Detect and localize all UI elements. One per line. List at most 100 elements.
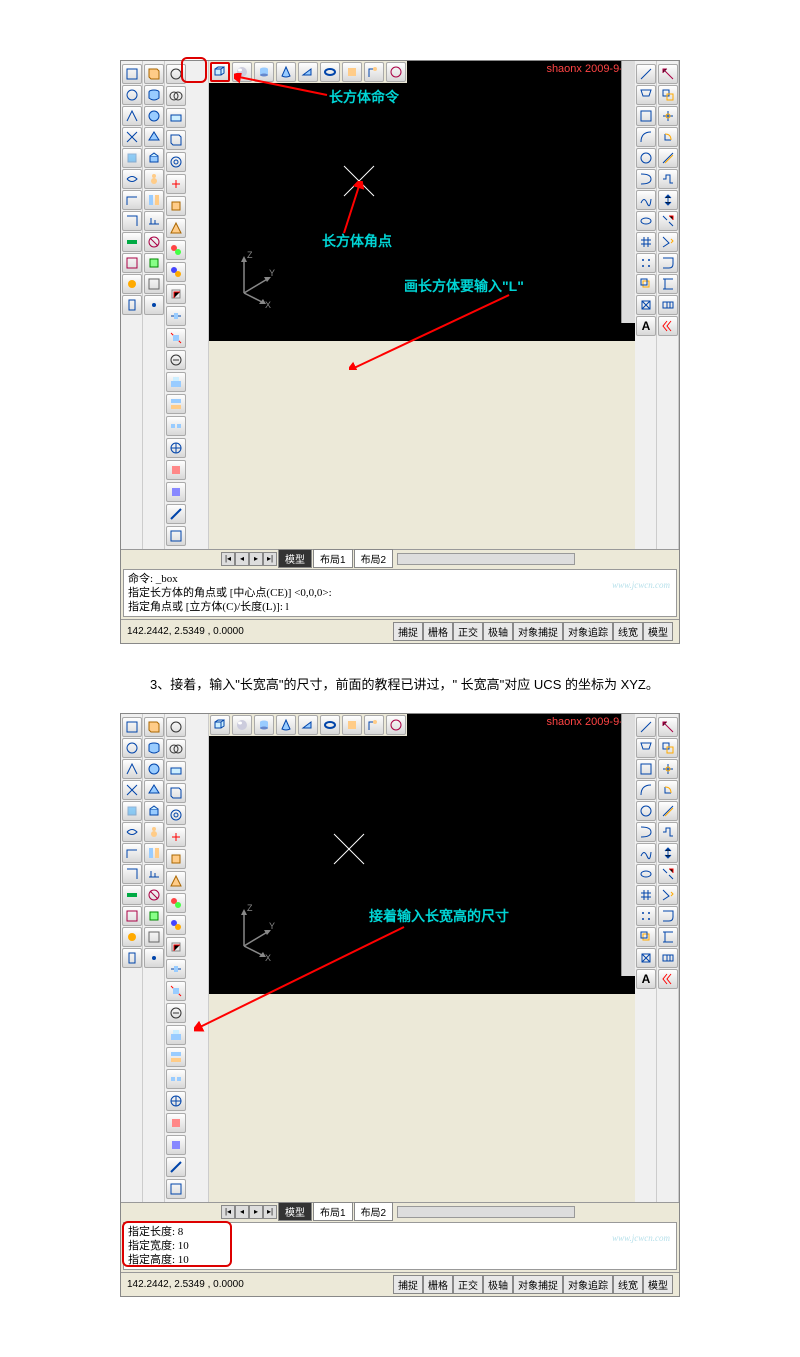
tool-icon[interactable] — [658, 106, 678, 126]
tool-icon[interactable] — [386, 715, 406, 735]
tool-icon[interactable] — [144, 948, 164, 968]
tool-icon[interactable] — [122, 295, 142, 315]
tool-icon[interactable] — [166, 1069, 186, 1089]
tool-icon[interactable] — [166, 717, 186, 737]
tool-icon[interactable] — [166, 1157, 186, 1177]
tool-icon[interactable] — [658, 738, 678, 758]
tool-icon[interactable] — [122, 106, 142, 126]
tool-icon[interactable] — [166, 1003, 186, 1023]
tool-icon[interactable] — [122, 738, 142, 758]
tool-icon[interactable] — [658, 316, 678, 336]
tool-icon[interactable] — [166, 108, 186, 128]
tab-model[interactable]: 模型 — [278, 549, 312, 568]
vertical-scrollbar[interactable] — [621, 61, 635, 323]
circles-icon[interactable] — [166, 86, 186, 106]
tool-icon[interactable] — [636, 127, 656, 147]
tool-icon[interactable] — [658, 85, 678, 105]
status-model[interactable]: 模型 — [643, 1275, 673, 1294]
horizontal-scrollbar[interactable] — [397, 1206, 575, 1218]
tab-layout1[interactable]: 布局1 — [313, 1202, 353, 1221]
tool-icon[interactable] — [636, 801, 656, 821]
tool-icon[interactable] — [122, 801, 142, 821]
tool-icon[interactable] — [166, 328, 186, 348]
status-lwt[interactable]: 线宽 — [613, 622, 643, 641]
tool-icon[interactable] — [636, 274, 656, 294]
tab-layout2[interactable]: 布局2 — [354, 1202, 394, 1221]
tool-icon[interactable] — [166, 218, 186, 238]
tool-icon[interactable] — [166, 262, 186, 282]
tool-icon[interactable] — [144, 801, 164, 821]
tool-icon[interactable] — [658, 759, 678, 779]
tool-icon[interactable] — [658, 927, 678, 947]
tool-icon[interactable] — [166, 981, 186, 1001]
tool-icon[interactable] — [658, 274, 678, 294]
tool-icon[interactable] — [166, 526, 186, 546]
tool-icon[interactable] — [166, 827, 186, 847]
tab-model[interactable]: 模型 — [278, 1202, 312, 1221]
tool-icon[interactable] — [144, 232, 164, 252]
tool-icon[interactable] — [144, 780, 164, 800]
tool-icon[interactable] — [122, 253, 142, 273]
tool-icon[interactable] — [166, 849, 186, 869]
tool-icon[interactable] — [122, 843, 142, 863]
tab-layout2[interactable]: 布局2 — [354, 549, 394, 568]
tool-icon[interactable] — [144, 885, 164, 905]
tool-icon[interactable] — [166, 460, 186, 480]
tool-icon[interactable] — [166, 350, 186, 370]
tool-icon[interactable] — [166, 372, 186, 392]
tool-icon[interactable] — [636, 780, 656, 800]
tool-icon[interactable] — [122, 885, 142, 905]
tool-icon[interactable] — [166, 1135, 186, 1155]
tool-icon[interactable] — [166, 482, 186, 502]
tool-icon[interactable] — [122, 822, 142, 842]
status-polar[interactable]: 极轴 — [483, 1275, 513, 1294]
command-window[interactable]: 指定长度: 8 指定宽度: 10 指定高度: 10 www.jcwcn.com — [123, 1222, 677, 1270]
tool-icon[interactable] — [144, 190, 164, 210]
tool-icon[interactable] — [166, 416, 186, 436]
status-osnap[interactable]: 对象捕捉 — [513, 622, 563, 641]
tool-icon[interactable] — [166, 174, 186, 194]
tool-icon[interactable] — [144, 85, 164, 105]
tool-icon[interactable] — [166, 1113, 186, 1133]
tool-icon[interactable] — [144, 906, 164, 926]
tool-icon[interactable] — [636, 906, 656, 926]
status-ortho[interactable]: 正交 — [453, 622, 483, 641]
tool-icon[interactable] — [658, 64, 678, 84]
tool-icon[interactable] — [122, 169, 142, 189]
tool-icon[interactable] — [144, 864, 164, 884]
tool-icon[interactable] — [166, 893, 186, 913]
tool-icon[interactable] — [122, 948, 142, 968]
tool-icon[interactable] — [122, 148, 142, 168]
tool-icon[interactable] — [166, 152, 186, 172]
tool-icon[interactable] — [636, 843, 656, 863]
tool-icon[interactable] — [658, 190, 678, 210]
tool-icon[interactable] — [122, 211, 142, 231]
tool-icon[interactable] — [122, 759, 142, 779]
tool-icon[interactable] — [144, 253, 164, 273]
tool-icon[interactable] — [144, 295, 164, 315]
tool-icon[interactable] — [166, 394, 186, 414]
tool-icon[interactable] — [636, 232, 656, 252]
box-command-button[interactable] — [210, 62, 230, 82]
tool-icon[interactable] — [144, 822, 164, 842]
status-snap[interactable]: 捕捉 — [393, 622, 423, 641]
drawing-viewport[interactable]: shaonx 2009-9-7 长方体命令 长方体角点 画长方体要输入"L" Z… — [209, 61, 635, 341]
tool-icon[interactable] — [144, 64, 164, 84]
tool-icon[interactable] — [166, 871, 186, 891]
tool-icon[interactable] — [122, 127, 142, 147]
tool-icon[interactable] — [658, 169, 678, 189]
status-grid[interactable]: 栅格 — [423, 622, 453, 641]
tool-icon[interactable] — [636, 211, 656, 231]
tool-icon[interactable] — [636, 148, 656, 168]
tool-icon[interactable] — [364, 715, 384, 735]
tool-icon[interactable] — [144, 169, 164, 189]
tool-icon[interactable] — [658, 906, 678, 926]
tool-icon[interactable] — [636, 759, 656, 779]
tool-icon[interactable] — [144, 211, 164, 231]
tool-icon[interactable] — [166, 739, 186, 759]
tab-prev-icon[interactable]: ◂ — [235, 1205, 249, 1219]
tab-prev-icon[interactable]: ◂ — [235, 552, 249, 566]
tool-icon[interactable] — [658, 232, 678, 252]
tool-icon[interactable] — [658, 127, 678, 147]
status-lwt[interactable]: 线宽 — [613, 1275, 643, 1294]
